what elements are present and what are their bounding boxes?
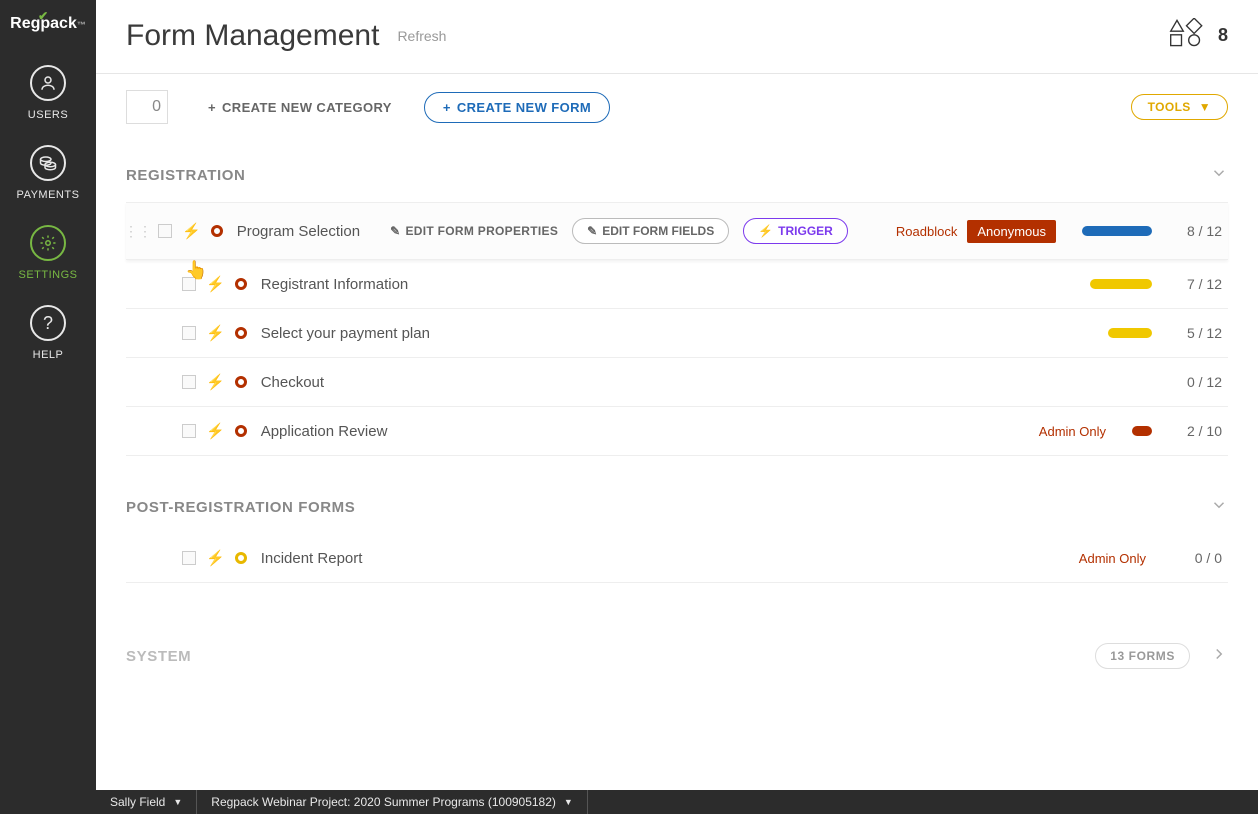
completion-ratio: 7 / 12 (1172, 276, 1222, 292)
progress-bar (1108, 328, 1152, 338)
footer-project-dropdown[interactable]: Regpack Webinar Project: 2020 Summer Pro… (197, 790, 588, 814)
nav-help[interactable]: ? HELP (30, 305, 66, 361)
completion-ratio: 8 / 12 (1172, 223, 1222, 239)
admin-only-label: Admin Only (1079, 551, 1146, 566)
nav-settings[interactable]: SETTINGS (18, 225, 77, 281)
completion-ratio: 0 / 0 (1172, 550, 1222, 566)
form-name: Select your payment plan (261, 325, 430, 342)
row-checkbox[interactable] (182, 277, 196, 291)
chevron-right-icon (1210, 645, 1228, 667)
completion-ratio: 0 / 12 (1172, 374, 1222, 390)
chevron-down-icon: ▼ (1199, 100, 1211, 114)
nav-label: SETTINGS (18, 269, 77, 281)
help-icon: ? (30, 305, 66, 341)
record-icon (235, 327, 247, 339)
record-icon (235, 376, 247, 388)
chevron-down-icon (1210, 164, 1228, 186)
row-checkbox[interactable] (182, 375, 196, 389)
edit-fields-button[interactable]: ✎ EDIT FORM FIELDS (572, 218, 729, 244)
bolt-icon: ⚡ (206, 549, 225, 567)
form-name: Application Review (261, 423, 388, 440)
forms-count-pill[interactable]: 13 FORMS (1095, 643, 1190, 669)
form-name: Program Selection (237, 223, 360, 240)
nav-label: USERS (28, 109, 68, 121)
row-checkbox[interactable] (182, 551, 196, 565)
user-icon (30, 65, 66, 101)
logo: ✔Regpack™ (10, 15, 86, 33)
progress-bar (1090, 279, 1152, 289)
nav-payments[interactable]: PAYMENTS (17, 145, 80, 201)
section-registration: REGISTRATION ⋮⋮ ⚡ Program Selection ✎ ED… (96, 164, 1258, 456)
bolt-icon: ⚡ (206, 422, 225, 440)
toolbar: 0 + CREATE NEW CATEGORY + CREATE NEW FOR… (96, 74, 1258, 140)
bolt-icon: ⚡ (206, 373, 225, 391)
completion-ratio: 5 / 12 (1172, 325, 1222, 341)
row-checkbox[interactable] (182, 326, 196, 340)
chevron-down-icon: ▼ (564, 797, 573, 807)
form-name: Checkout (261, 374, 324, 391)
nav-label: PAYMENTS (17, 189, 80, 201)
create-form-button[interactable]: + CREATE NEW FORM (424, 92, 610, 123)
nav-users[interactable]: USERS (28, 65, 68, 121)
coins-icon (30, 145, 66, 181)
section-header[interactable]: POST-REGISTRATION FORMS (126, 496, 1228, 534)
trigger-button[interactable]: ⚡ TRIGGER (743, 218, 848, 244)
record-icon (235, 552, 247, 564)
record-icon (211, 225, 223, 237)
progress-bar (1082, 226, 1152, 236)
bolt-icon: ⚡ (206, 275, 225, 293)
plus-icon: + (443, 100, 451, 115)
section-header[interactable]: SYSTEM 13 FORMS (126, 643, 1228, 685)
anonymous-badge: Anonymous (967, 220, 1056, 243)
form-row-application-review[interactable]: ⋮⋮ ⚡ Application Review Admin Only 2 / 1… (126, 407, 1228, 456)
footer-bar: Sally Field ▼ Regpack Webinar Project: 2… (96, 790, 1258, 814)
form-name: Registrant Information (261, 276, 409, 293)
sidebar: ✔Regpack™ USERS PAYMENTS SETTINGS ? HELP (0, 0, 96, 814)
pencil-icon: ✎ (587, 224, 597, 238)
form-row-payment-plan[interactable]: ⋮⋮ ⚡ Select your payment plan 5 / 12 (126, 309, 1228, 358)
row-checkbox[interactable] (182, 424, 196, 438)
selection-count-box[interactable]: 0 (126, 90, 168, 124)
gear-icon (30, 225, 66, 261)
roadblock-label: Roadblock (896, 224, 957, 239)
page-header: Form Management Refresh 8 (96, 0, 1258, 74)
completion-ratio: 2 / 10 (1172, 423, 1222, 439)
plus-icon: + (208, 100, 216, 115)
drag-handle-icon[interactable]: ⋮⋮ (126, 223, 150, 240)
row-checkbox[interactable] (158, 224, 172, 238)
footer-user-dropdown[interactable]: Sally Field ▼ (96, 790, 197, 814)
form-name: Incident Report (261, 550, 363, 567)
form-row-program-selection[interactable]: ⋮⋮ ⚡ Program Selection ✎ EDIT FORM PROPE… (126, 202, 1228, 260)
bolt-icon: ⚡ (182, 222, 201, 240)
bolt-icon: ⚡ (758, 224, 773, 238)
shapes-icon[interactable] (1168, 18, 1204, 53)
bolt-icon: ⚡ (206, 324, 225, 342)
section-post-registration: POST-REGISTRATION FORMS ⋮⋮ ⚡ Incident Re… (96, 496, 1258, 583)
record-icon (235, 278, 247, 290)
main-content: Form Management Refresh 8 0 + CREATE NEW… (96, 0, 1258, 790)
form-row-incident-report[interactable]: ⋮⋮ ⚡ Incident Report Admin Only 0 / 0 (126, 534, 1228, 583)
chevron-down-icon: ▼ (173, 797, 182, 807)
admin-only-label: Admin Only (1039, 424, 1106, 439)
edit-properties-button[interactable]: ✎ EDIT FORM PROPERTIES (390, 224, 558, 238)
page-title: Form Management (126, 19, 379, 53)
progress-bar (1132, 426, 1152, 436)
section-system: SYSTEM 13 FORMS (96, 643, 1258, 685)
form-row-checkout[interactable]: ⋮⋮ ⚡ Checkout 0 / 12 (126, 358, 1228, 407)
header-count: 8 (1218, 25, 1228, 46)
nav-label: HELP (33, 349, 64, 361)
pencil-icon: ✎ (390, 224, 400, 238)
create-category-button[interactable]: + CREATE NEW CATEGORY (208, 100, 392, 115)
record-icon (235, 425, 247, 437)
refresh-link[interactable]: Refresh (397, 28, 446, 44)
tools-dropdown[interactable]: TOOLS ▼ (1131, 94, 1228, 120)
chevron-down-icon (1210, 496, 1228, 518)
section-header[interactable]: REGISTRATION (126, 164, 1228, 202)
form-row-registrant-info[interactable]: ⋮⋮ ⚡ Registrant Information 7 / 12 (126, 260, 1228, 309)
